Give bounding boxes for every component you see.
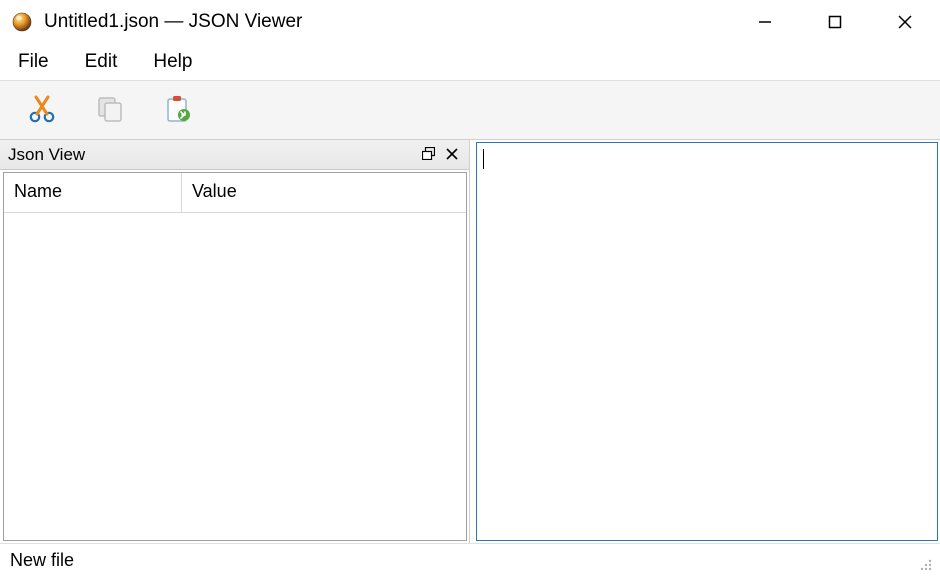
float-icon [422,147,435,163]
cut-button[interactable] [22,90,62,130]
panel-title: Json View [8,145,415,165]
statusbar: New file [0,543,940,577]
window-controls [730,0,940,44]
titlebar: Untitled1.json — JSON Viewer [0,0,940,44]
panel-close-button[interactable] [441,144,463,166]
tree-table[interactable]: Name Value [3,172,467,541]
copy-button[interactable] [90,90,130,130]
maximize-button[interactable] [800,0,870,44]
json-view-panel: Json View Name Value [0,140,470,543]
text-cursor [483,149,484,169]
tree-body[interactable] [4,213,466,540]
minimize-button[interactable] [730,0,800,44]
app-icon [10,10,34,34]
menu-help[interactable]: Help [147,49,198,75]
window-title: Untitled1.json — JSON Viewer [44,11,730,33]
tree-header: Name Value [4,173,466,213]
close-icon [446,147,458,163]
resize-grip[interactable] [916,555,936,575]
close-button[interactable] [870,0,940,44]
editor-panel [476,142,938,541]
panel-header: Json View [0,140,469,170]
menu-edit[interactable]: Edit [79,49,124,75]
text-editor[interactable] [476,142,938,541]
paste-icon [162,93,194,128]
menubar: File Edit Help [0,44,940,80]
status-text: New file [10,550,916,571]
panel-float-button[interactable] [417,144,439,166]
column-name[interactable]: Name [4,173,182,212]
column-value[interactable]: Value [182,173,466,212]
paste-button[interactable] [158,90,198,130]
copy-icon [94,93,126,128]
menu-file[interactable]: File [12,49,55,75]
content-area: Json View Name Value [0,140,940,543]
toolbar [0,80,940,140]
cut-icon [26,93,58,128]
